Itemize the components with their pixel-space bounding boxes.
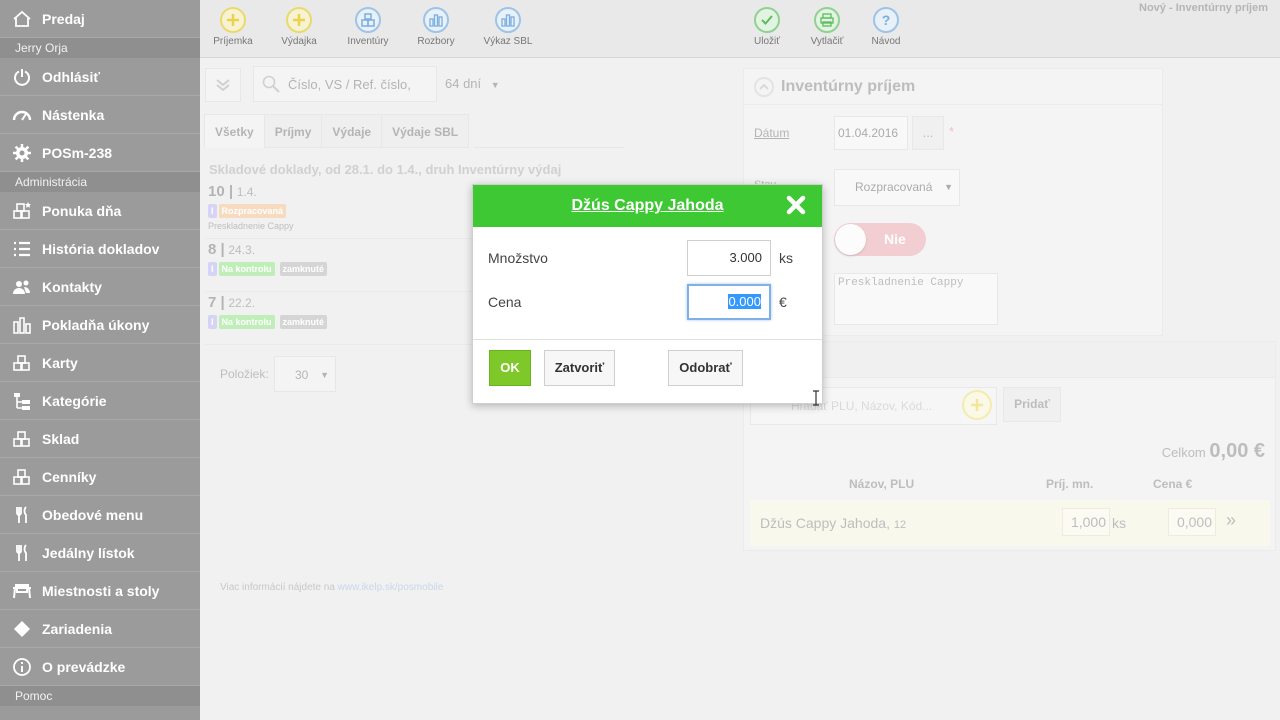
chart-icon (495, 7, 521, 33)
text-cursor-icon (813, 390, 819, 406)
plus-icon (286, 7, 312, 33)
price-input[interactable]: 0.000 (687, 284, 771, 320)
table-icon (12, 581, 32, 601)
print-label: Vytlačiť (810, 36, 844, 47)
sidebar-item-hist-ria-dokladov[interactable]: História dokladov (0, 230, 200, 268)
qty-value: 3.000 (729, 250, 762, 265)
sidebar-item-label: Miestnosti a stoly (42, 582, 160, 599)
cutlery-icon (12, 505, 32, 525)
home-icon (12, 9, 32, 29)
sidebar-item-label: Odhlásiť (42, 68, 101, 85)
sidebar-item-miestnosti-a-stoly[interactable]: Miestnosti a stoly (0, 572, 200, 610)
sidebar-item-cenn-ky[interactable]: Cenníky (0, 458, 200, 496)
boxes-icon (12, 429, 32, 449)
vydajka-label: Výdajka (281, 36, 317, 47)
list-icon (12, 239, 32, 259)
sidebar-item-poklad-a-kony[interactable]: Pokladňa úkony (0, 306, 200, 344)
rozbory-button[interactable]: Rozbory (406, 7, 466, 47)
sidebar-item-kateg-rie[interactable]: Kategórie (0, 382, 200, 420)
sidebar-item-label: Nástenka (42, 106, 105, 123)
sidebar-item-label: Pokladňa úkony (42, 316, 150, 333)
diamond-icon (12, 619, 32, 639)
close-icon[interactable] (786, 195, 806, 215)
sidebar-item-label: POSm-238 (42, 144, 113, 161)
cutlery-icon (12, 543, 32, 563)
inventury-label: Inventúry (347, 36, 389, 47)
sidebar-item-label: Ponuka dňa (42, 202, 122, 219)
dashboard-icon (12, 105, 32, 125)
boxes-icon (12, 353, 32, 373)
sidebar-item-label: Kategórie (42, 392, 107, 409)
sidebar-item-label: Zariadenia (42, 620, 113, 637)
sidebar-item-sklad[interactable]: Sklad (0, 420, 200, 458)
tree-icon (12, 391, 32, 411)
help-label: Návod (871, 36, 901, 47)
save-label: Uložiť (754, 36, 780, 47)
sidebar-item-label: História dokladov (42, 240, 160, 257)
sidebar-item-label: Cenníky (42, 468, 97, 485)
sidebar-item-label: Karty (42, 354, 78, 371)
boxes-icon (12, 467, 32, 487)
users-icon (12, 277, 32, 297)
boxes-icon (355, 7, 381, 33)
sidebar-item-label: Sklad (42, 430, 80, 447)
bars-icon (12, 315, 32, 335)
sidebar-item-label: Predaj (42, 10, 85, 27)
sidebar-item-o-prev-dzke[interactable]: O prevádzke (0, 648, 200, 686)
sidebar-section-label: Administrácia (0, 172, 200, 192)
remove-button[interactable]: Odobrať (668, 350, 743, 386)
sidebar-item-label: Kontakty (42, 278, 102, 295)
vykaz-sbl-button[interactable]: Výkaz SBL (478, 7, 538, 47)
ok-button[interactable]: OK (489, 350, 531, 386)
rozbory-label: Rozbory (417, 36, 455, 47)
sidebar-item-predaj[interactable]: Predaj (0, 0, 200, 38)
sidebar-item-karty[interactable]: Karty (0, 344, 200, 382)
sidebar-item-zariadenia[interactable]: Zariadenia (0, 610, 200, 648)
prijemka-label: Príjemka (213, 36, 253, 47)
sidebar-item-kontakty[interactable]: Kontakty (0, 268, 200, 306)
toolbar: Príjemka Výdajka Inventúry Rozbory Výkaz… (200, 0, 1280, 58)
price-unit: € (779, 294, 787, 310)
inventury-button[interactable]: Inventúry (338, 7, 398, 47)
save-button[interactable]: Uložiť (737, 7, 797, 47)
question-icon: ? (873, 7, 899, 33)
dialog-title: Džús Cappy Jahoda (571, 197, 724, 214)
sidebar-item-odhl-si-[interactable]: Odhlásiť (0, 58, 200, 96)
sidebar-item-obedov-menu[interactable]: Obedové menu (0, 496, 200, 534)
sidebar-section-label: Pomoc (0, 686, 200, 706)
print-icon (814, 7, 840, 33)
info-icon (12, 657, 32, 677)
plus-icon (220, 7, 246, 33)
sidebar-item-jed-lny-l-stok[interactable]: Jedálny lístok (0, 534, 200, 572)
boxes-star-icon (12, 201, 32, 221)
qty-label: Množstvo (488, 250, 548, 266)
qty-unit: ks (779, 250, 793, 266)
sidebar-item-ponuka-d-a[interactable]: Ponuka dňa (0, 192, 200, 230)
prijemka-button[interactable]: Príjemka (203, 7, 263, 47)
page-title: Nový - Inventúrny príjem (1139, 2, 1268, 14)
vydajka-button[interactable]: Výdajka (269, 7, 329, 47)
qty-input[interactable]: 3.000 (687, 240, 771, 276)
dialog-divider (473, 339, 822, 340)
item-dialog: Džús Cappy Jahoda Množstvo 3.000 ks Cena… (472, 184, 823, 404)
price-label: Cena (488, 294, 522, 310)
sidebar-item-label: Obedové menu (42, 506, 144, 523)
sidebar-item-label: Jedálny lístok (42, 544, 135, 561)
power-icon (12, 67, 32, 87)
sidebar-item-n-stenka[interactable]: Nástenka (0, 96, 200, 134)
check-icon (754, 7, 780, 33)
chart-icon (423, 7, 449, 33)
sidebar-item-label: O prevádzke (42, 658, 126, 675)
help-button[interactable]: ? Návod (856, 7, 916, 47)
gear-icon (12, 143, 32, 163)
price-value: 0.000 (728, 294, 761, 309)
sidebar: Predaj Jerry Orja Odhlásiť Nástenka POSm-238… (0, 0, 200, 720)
sidebar-section-label: Jerry Orja (0, 38, 200, 58)
vykaz-sbl-label: Výkaz SBL (483, 36, 533, 47)
sidebar-item-posm-238[interactable]: POSm-238 (0, 134, 200, 172)
dialog-header: Džús Cappy Jahoda (473, 185, 822, 227)
close-button[interactable]: Zatvoriť (544, 350, 615, 386)
print-button[interactable]: Vytlačiť (797, 7, 857, 47)
